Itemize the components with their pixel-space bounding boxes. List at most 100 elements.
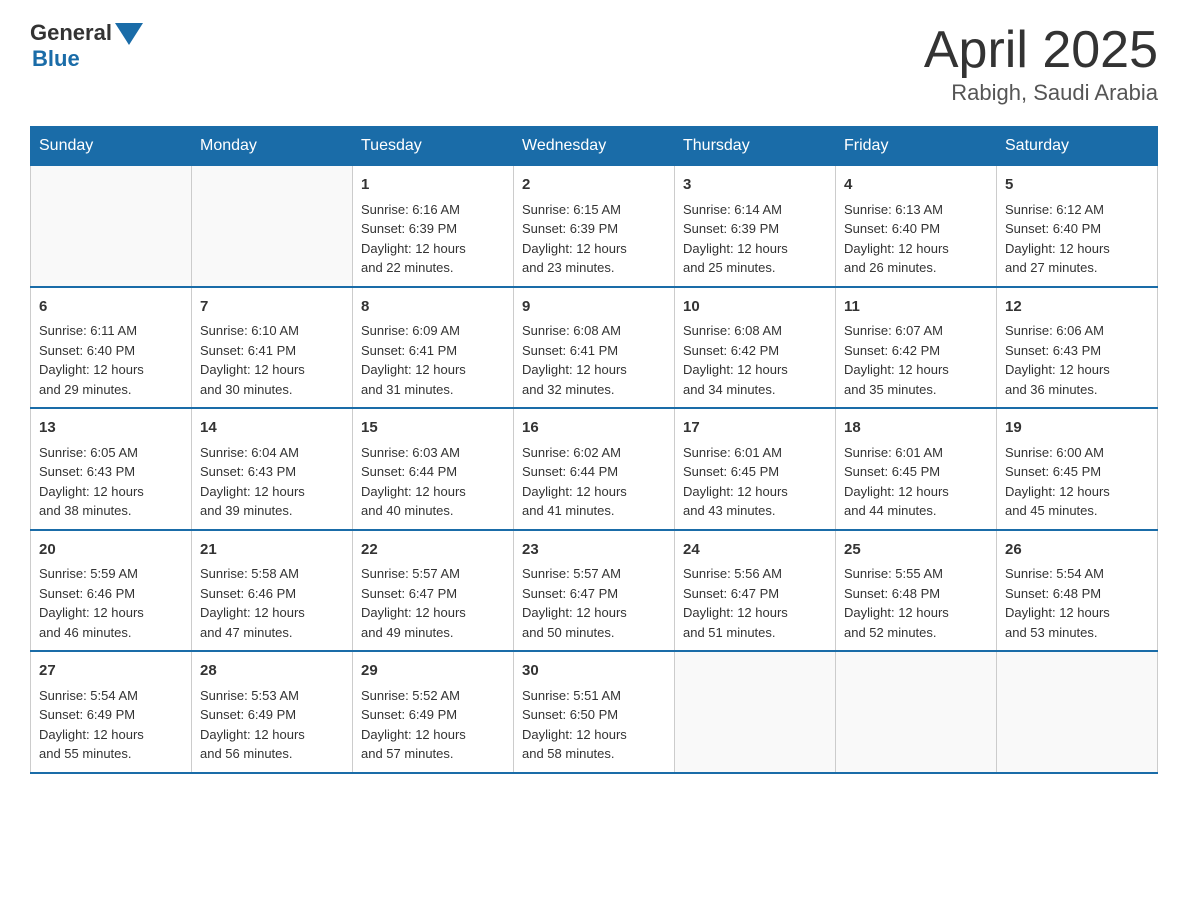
day-header-friday: Friday xyxy=(836,127,997,166)
calendar-week-row: 20Sunrise: 5:59 AM Sunset: 6:46 PM Dayli… xyxy=(31,530,1158,652)
month-title: April 2025 xyxy=(924,20,1158,80)
day-info: Sunrise: 6:15 AM Sunset: 6:39 PM Dayligh… xyxy=(522,200,666,278)
calendar-cell xyxy=(192,166,353,287)
day-info: Sunrise: 6:04 AM Sunset: 6:43 PM Dayligh… xyxy=(200,443,344,521)
calendar-cell: 28 Sunrise: 5:53 AM Sunset: 6:49 PM Dayli… xyxy=(192,651,353,773)
day-number: 29 xyxy=(361,660,505,683)
day-number: 10 xyxy=(683,296,827,319)
day-info: Sunrise: 5:52 AM Sunset: 6:49 PM Dayligh… xyxy=(361,686,505,764)
day-number: 27 xyxy=(39,660,183,683)
calendar-cell: 18Sunrise: 6:01 AM Sunset: 6:45 PM Dayli… xyxy=(836,408,997,530)
calendar-cell: 23Sunrise: 5:57 AM Sunset: 6:47 PM Dayli… xyxy=(514,530,675,652)
day-number: 23 xyxy=(522,539,666,562)
day-header-monday: Monday xyxy=(192,127,353,166)
day-number: 9 xyxy=(522,296,666,319)
day-number: 12 xyxy=(1005,296,1149,319)
day-info: Sunrise: 5:51 AM Sunset: 6:50 PM Dayligh… xyxy=(522,686,666,764)
logo-triangle-icon xyxy=(115,23,143,45)
calendar-cell: 2 Sunrise: 6:15 AM Sunset: 6:39 PM Daylig… xyxy=(514,166,675,287)
day-info: Sunrise: 6:16 AM Sunset: 6:39 PM Dayligh… xyxy=(361,200,505,278)
day-header-wednesday: Wednesday xyxy=(514,127,675,166)
day-info: Sunrise: 6:08 AM Sunset: 6:41 PM Dayligh… xyxy=(522,321,666,399)
day-number: 3 xyxy=(683,174,827,197)
day-info: Sunrise: 6:06 AM Sunset: 6:43 PM Dayligh… xyxy=(1005,321,1149,399)
calendar-cell: 25Sunrise: 5:55 AM Sunset: 6:48 PM Dayli… xyxy=(836,530,997,652)
calendar-cell xyxy=(997,651,1158,773)
day-number: 25 xyxy=(844,539,988,562)
day-info: Sunrise: 6:14 AM Sunset: 6:39 PM Dayligh… xyxy=(683,200,827,278)
day-number: 17 xyxy=(683,417,827,440)
day-number: 28 xyxy=(200,660,344,683)
calendar-cell: 12Sunrise: 6:06 AM Sunset: 6:43 PM Dayli… xyxy=(997,287,1158,409)
day-number: 7 xyxy=(200,296,344,319)
calendar-cell: 26Sunrise: 5:54 AM Sunset: 6:48 PM Dayli… xyxy=(997,530,1158,652)
calendar-cell: 7Sunrise: 6:10 AM Sunset: 6:41 PM Daylig… xyxy=(192,287,353,409)
calendar-cell: 6Sunrise: 6:11 AM Sunset: 6:40 PM Daylig… xyxy=(31,287,192,409)
logo: General Blue xyxy=(30,20,143,72)
calendar-cell: 11Sunrise: 6:07 AM Sunset: 6:42 PM Dayli… xyxy=(836,287,997,409)
day-info: Sunrise: 6:00 AM Sunset: 6:45 PM Dayligh… xyxy=(1005,443,1149,521)
day-number: 4 xyxy=(844,174,988,197)
calendar-week-row: 6Sunrise: 6:11 AM Sunset: 6:40 PM Daylig… xyxy=(31,287,1158,409)
day-number: 26 xyxy=(1005,539,1149,562)
day-header-sunday: Sunday xyxy=(31,127,192,166)
calendar-cell: 3 Sunrise: 6:14 AM Sunset: 6:39 PM Daylig… xyxy=(675,166,836,287)
day-info: Sunrise: 6:13 AM Sunset: 6:40 PM Dayligh… xyxy=(844,200,988,278)
day-number: 5 xyxy=(1005,174,1149,197)
day-number: 11 xyxy=(844,296,988,319)
calendar-cell: 8Sunrise: 6:09 AM Sunset: 6:41 PM Daylig… xyxy=(353,287,514,409)
day-info: Sunrise: 5:56 AM Sunset: 6:47 PM Dayligh… xyxy=(683,564,827,642)
day-number: 2 xyxy=(522,174,666,197)
location-text: Rabigh, Saudi Arabia xyxy=(924,80,1158,106)
calendar-cell: 20Sunrise: 5:59 AM Sunset: 6:46 PM Dayli… xyxy=(31,530,192,652)
day-header-thursday: Thursday xyxy=(675,127,836,166)
calendar-week-row: 1 Sunrise: 6:16 AM Sunset: 6:39 PM Daylig… xyxy=(31,166,1158,287)
day-number: 8 xyxy=(361,296,505,319)
day-number: 30 xyxy=(522,660,666,683)
day-info: Sunrise: 6:01 AM Sunset: 6:45 PM Dayligh… xyxy=(683,443,827,521)
day-number: 22 xyxy=(361,539,505,562)
day-info: Sunrise: 6:10 AM Sunset: 6:41 PM Dayligh… xyxy=(200,321,344,399)
day-info: Sunrise: 5:57 AM Sunset: 6:47 PM Dayligh… xyxy=(522,564,666,642)
day-number: 24 xyxy=(683,539,827,562)
day-info: Sunrise: 6:01 AM Sunset: 6:45 PM Dayligh… xyxy=(844,443,988,521)
calendar-cell: 9Sunrise: 6:08 AM Sunset: 6:41 PM Daylig… xyxy=(514,287,675,409)
day-info: Sunrise: 5:54 AM Sunset: 6:49 PM Dayligh… xyxy=(39,686,183,764)
calendar-cell: 24Sunrise: 5:56 AM Sunset: 6:47 PM Dayli… xyxy=(675,530,836,652)
logo-blue-text: Blue xyxy=(32,46,80,72)
calendar-cell: 15 Sunrise: 6:03 AM Sunset: 6:44 PM Dayli… xyxy=(353,408,514,530)
title-section: April 2025 Rabigh, Saudi Arabia xyxy=(924,20,1158,106)
day-number: 14 xyxy=(200,417,344,440)
calendar-cell: 10Sunrise: 6:08 AM Sunset: 6:42 PM Dayli… xyxy=(675,287,836,409)
day-info: Sunrise: 5:53 AM Sunset: 6:49 PM Dayligh… xyxy=(200,686,344,764)
calendar-cell xyxy=(675,651,836,773)
calendar-cell: 16Sunrise: 6:02 AM Sunset: 6:44 PM Dayli… xyxy=(514,408,675,530)
day-info: Sunrise: 6:02 AM Sunset: 6:44 PM Dayligh… xyxy=(522,443,666,521)
calendar-cell xyxy=(836,651,997,773)
day-number: 1 xyxy=(361,174,505,197)
calendar-cell: 1 Sunrise: 6:16 AM Sunset: 6:39 PM Daylig… xyxy=(353,166,514,287)
calendar-cell: 21Sunrise: 5:58 AM Sunset: 6:46 PM Dayli… xyxy=(192,530,353,652)
calendar-cell: 17 Sunrise: 6:01 AM Sunset: 6:45 PM Dayli… xyxy=(675,408,836,530)
day-info: Sunrise: 5:55 AM Sunset: 6:48 PM Dayligh… xyxy=(844,564,988,642)
calendar-cell: 13Sunrise: 6:05 AM Sunset: 6:43 PM Dayli… xyxy=(31,408,192,530)
day-info: Sunrise: 6:09 AM Sunset: 6:41 PM Dayligh… xyxy=(361,321,505,399)
day-number: 21 xyxy=(200,539,344,562)
calendar-cell: 19 Sunrise: 6:00 AM Sunset: 6:45 PM Dayli… xyxy=(997,408,1158,530)
calendar-cell: 4 Sunrise: 6:13 AM Sunset: 6:40 PM Daylig… xyxy=(836,166,997,287)
day-info: Sunrise: 6:11 AM Sunset: 6:40 PM Dayligh… xyxy=(39,321,183,399)
day-number: 19 xyxy=(1005,417,1149,440)
calendar-cell: 29 Sunrise: 5:52 AM Sunset: 6:49 PM Dayli… xyxy=(353,651,514,773)
day-info: Sunrise: 6:08 AM Sunset: 6:42 PM Dayligh… xyxy=(683,321,827,399)
calendar-week-row: 13Sunrise: 6:05 AM Sunset: 6:43 PM Dayli… xyxy=(31,408,1158,530)
day-number: 15 xyxy=(361,417,505,440)
day-header-saturday: Saturday xyxy=(997,127,1158,166)
day-info: Sunrise: 5:54 AM Sunset: 6:48 PM Dayligh… xyxy=(1005,564,1149,642)
calendar-cell: 14 Sunrise: 6:04 AM Sunset: 6:43 PM Dayli… xyxy=(192,408,353,530)
logo-general-text: General xyxy=(30,20,112,46)
day-info: Sunrise: 6:05 AM Sunset: 6:43 PM Dayligh… xyxy=(39,443,183,521)
day-info: Sunrise: 5:57 AM Sunset: 6:47 PM Dayligh… xyxy=(361,564,505,642)
calendar-table: SundayMondayTuesdayWednesdayThursdayFrid… xyxy=(30,126,1158,774)
day-info: Sunrise: 6:03 AM Sunset: 6:44 PM Dayligh… xyxy=(361,443,505,521)
day-header-tuesday: Tuesday xyxy=(353,127,514,166)
